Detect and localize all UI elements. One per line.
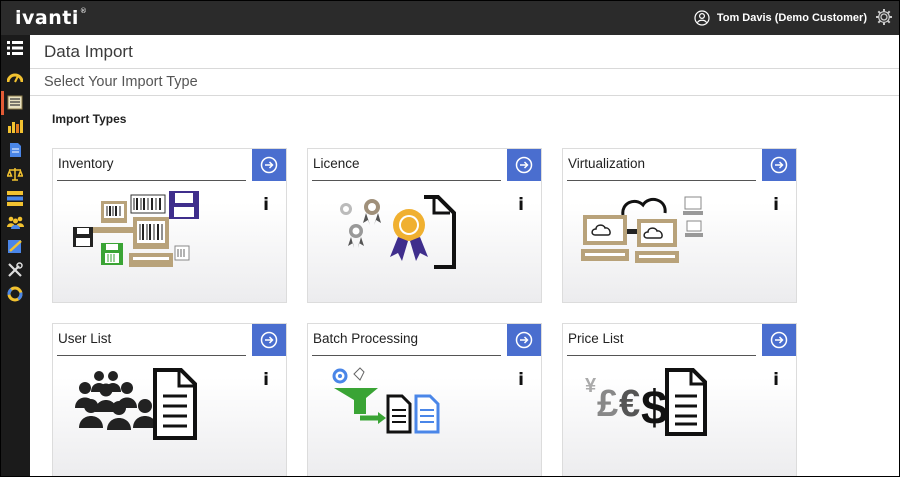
arrow-right-circle-icon [515,331,533,349]
currency-euro-icon: € [619,383,640,425]
card-title: Price List [568,331,624,346]
card-title-underline [312,355,501,356]
licence-illustration-icon [340,195,456,269]
batch-processing-illustration-icon [332,367,440,434]
users-group-icon[interactable] [6,213,24,231]
ivanti-logo[interactable]: ivanti® [15,7,87,29]
card-title-underline [567,180,756,181]
user-name: Tom Davis (Demo Customer) [716,12,867,24]
active-nav-indicator [1,91,4,115]
page-title: Data Import [44,42,133,61]
card-virtualization[interactable]: Virtualization i [562,148,797,303]
tools-icon[interactable] [6,261,24,279]
card-title-underline [57,180,246,181]
open-inventory-button[interactable] [252,149,286,181]
currency-yen-icon: ¥ [585,375,597,397]
card-inventory[interactable]: Inventory i [52,148,287,303]
user-menu[interactable]: Tom Davis (Demo Customer) [694,10,867,26]
compliance-scales-icon[interactable] [6,165,24,183]
open-virtualization-button[interactable] [762,149,796,181]
open-licence-button[interactable] [507,149,541,181]
card-title: Inventory [58,156,114,171]
user-avatar-icon [694,10,710,26]
page-subtitle: Select Your Import Type [44,74,198,90]
price-list-illustration-icon: ¥ £ € $ [585,368,707,436]
reports-chart-icon[interactable] [6,117,24,135]
card-title-underline [57,355,246,356]
card-batch-processing[interactable]: Batch Processing i [307,323,542,476]
menu-list-icon[interactable] [6,39,24,57]
info-icon[interactable]: i [263,370,269,390]
card-title-underline [567,355,756,356]
arrow-right-circle-icon [260,156,278,174]
main-content: Data Import Select Your Import Type Impo… [30,35,899,476]
support-ring-icon[interactable] [6,285,24,303]
settings-gear-icon[interactable] [875,8,893,31]
open-user-list-button[interactable] [252,324,286,356]
arrow-right-circle-icon [770,156,788,174]
currency-pound-icon: £ [597,383,618,425]
card-title: Licence [313,156,360,171]
card-title-underline [312,180,501,181]
arrow-right-circle-icon [260,331,278,349]
title-divider [30,68,899,69]
card-user-list[interactable]: User List i [52,323,287,476]
info-icon[interactable]: i [773,370,779,390]
card-price-list[interactable]: Price List i ¥ £ € $ [562,323,797,476]
left-sidebar [1,35,30,476]
inventory-illustration-icon [73,191,199,267]
currency-dollar-icon: $ [641,382,668,435]
document-icon[interactable] [6,141,24,159]
info-icon[interactable]: i [518,195,524,215]
card-title: Virtualization [568,156,646,171]
info-icon[interactable]: i [773,195,779,215]
card-title: Batch Processing [313,331,419,346]
app-frame: ivanti® Tom Davis (Demo Customer) Data I… [0,0,900,477]
inventory-list-icon[interactable] [6,189,24,207]
virtualization-illustration-icon [581,196,703,263]
subtitle-divider [30,95,899,96]
top-bar: ivanti® Tom Davis (Demo Customer) [1,1,899,35]
open-batch-processing-button[interactable] [507,324,541,356]
section-label: Import Types [52,112,127,126]
info-icon[interactable]: i [263,195,269,215]
info-icon[interactable]: i [518,370,524,390]
user-list-illustration-icon [75,368,197,440]
licence-edit-icon[interactable] [6,237,24,255]
open-price-list-button[interactable] [762,324,796,356]
data-import-icon[interactable] [6,93,24,111]
card-licence[interactable]: Licence i [307,148,542,303]
dashboard-gauge-icon[interactable] [6,68,24,86]
arrow-right-circle-icon [515,156,533,174]
arrow-right-circle-icon [770,331,788,349]
card-title: User List [58,331,112,346]
